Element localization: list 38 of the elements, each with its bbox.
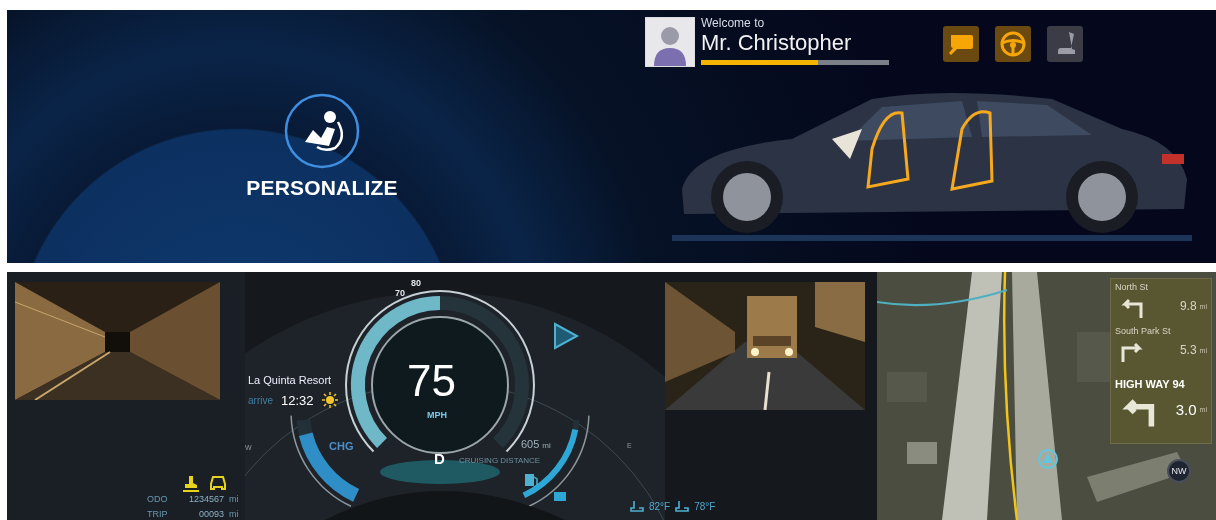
speed-tick-label: 80	[411, 278, 421, 288]
sun-icon	[321, 392, 338, 408]
step-distance: 5.3	[1179, 343, 1197, 357]
trip-label: ODO	[147, 493, 169, 506]
personalize-button[interactable]: PERSONALIZE	[246, 92, 398, 206]
range-unit: mi	[542, 441, 551, 450]
temperature-text: 78°F	[694, 500, 716, 512]
street-name: HIGH WAY 94	[1115, 378, 1186, 390]
position-marker-icon	[1037, 448, 1059, 470]
trip-value: 1234567	[187, 493, 224, 506]
steering-setting-button[interactable]	[995, 26, 1031, 62]
street-name: South Park St	[1115, 326, 1172, 336]
arrival-time: 12:32	[281, 392, 314, 408]
user-name: Mr. Christopher	[701, 30, 853, 56]
step-distance: 3.0	[1175, 401, 1197, 419]
range-value: 605	[521, 438, 540, 450]
avatar	[645, 17, 695, 67]
play-icon	[554, 322, 580, 350]
gear-indicator: D	[434, 450, 445, 467]
speed-tick-label: 70	[395, 288, 405, 298]
temperature-text: 82°F	[649, 500, 671, 512]
greeting-text: Welcome to	[701, 17, 766, 30]
destination-text: La Quinta Resort	[248, 374, 332, 386]
trip-unit: mi	[229, 508, 239, 520]
speed-value: 75	[407, 356, 456, 406]
car-front-icon	[209, 474, 227, 492]
charge-label: CHG	[329, 440, 354, 452]
fuel-pump-icon	[525, 474, 538, 486]
trip-value: 00093	[197, 508, 224, 520]
step-distance: 9.8	[1179, 299, 1197, 313]
reclined-person-icon	[283, 92, 361, 170]
street-name: North St	[1115, 282, 1149, 292]
trip-label: TRIP	[147, 508, 169, 520]
trip-unit: mi	[229, 493, 239, 506]
battery-icon	[554, 492, 566, 501]
arrive-label: arrive	[248, 394, 273, 406]
speed-unit: MPH	[427, 410, 447, 420]
range-label: CRUISING DISTANCE	[459, 456, 541, 465]
